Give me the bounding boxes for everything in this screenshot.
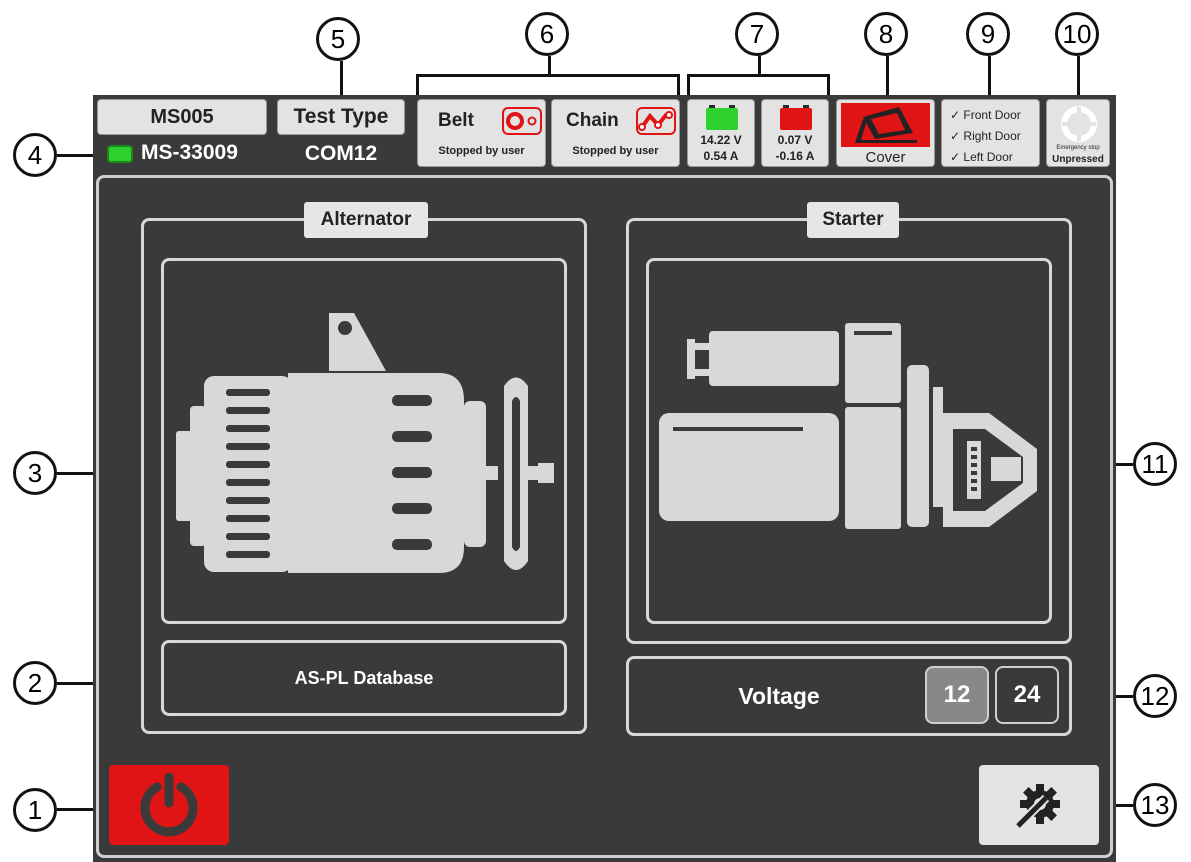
- callout-bracket: [416, 74, 419, 96]
- main-content-frame: Alternator AS-PL Database Starter Voltag…: [96, 175, 1113, 858]
- belt-icon: [502, 107, 542, 135]
- belt-status: Stopped by user: [438, 145, 525, 157]
- alternator-icon: [176, 313, 554, 573]
- serial-number: MS-33009: [141, 141, 238, 164]
- voltage-label: Voltage: [738, 683, 820, 709]
- com-port: COM12: [304, 142, 378, 165]
- emergency-stop-icon: [1061, 106, 1097, 142]
- callout-3: 3: [13, 451, 57, 495]
- callout-line: [1077, 56, 1080, 98]
- battery-2-voltage: 0.07 V: [777, 133, 813, 147]
- door-left: ✓ Left Door: [950, 150, 1013, 164]
- chain-status: Stopped by user: [572, 145, 659, 157]
- callout-bracket: [827, 74, 830, 96]
- starter-image-button[interactable]: [646, 258, 1052, 624]
- callout-bracket: [416, 74, 680, 77]
- callout-line: [758, 56, 761, 76]
- battery-2-panel: 0.07 V -0.16 A: [761, 99, 829, 167]
- device-name-button[interactable]: MS005: [97, 99, 267, 135]
- battery-2-current: -0.16 A: [775, 149, 815, 163]
- power-button[interactable]: [109, 765, 229, 845]
- callout-13: 13: [1133, 783, 1177, 827]
- callout-line: [548, 56, 551, 76]
- battery-1-voltage: 14.22 V: [700, 133, 742, 147]
- cover-label: Cover: [865, 149, 906, 166]
- test-type-button[interactable]: Test Type: [277, 99, 405, 135]
- callout-bracket: [687, 74, 830, 77]
- door-right: ✓ Right Door: [950, 129, 1021, 143]
- starter-icon: [659, 323, 1037, 529]
- callout-11: 11: [1133, 442, 1177, 486]
- callout-line: [886, 56, 889, 98]
- voltage-panel: Voltage 12 24: [626, 656, 1072, 736]
- cover-icon: [841, 103, 930, 147]
- callout-9: 9: [966, 12, 1010, 56]
- emergency-stop-state: Unpressed: [1052, 154, 1104, 165]
- database-button[interactable]: AS-PL Database: [161, 640, 567, 716]
- chain-drive-button[interactable]: Chain Stopped by user: [551, 99, 680, 167]
- battery-1-panel: 14.22 V 0.54 A: [687, 99, 755, 167]
- belt-label: Belt: [438, 110, 474, 131]
- voltage-12-button[interactable]: 12: [925, 666, 989, 724]
- callout-bracket: [677, 74, 680, 96]
- callout-line: [988, 56, 991, 98]
- callout-12: 12: [1133, 674, 1177, 718]
- emergency-stop-label: Emergency stop: [1056, 145, 1100, 151]
- power-icon: [140, 773, 198, 837]
- doors-panel: ✓ Front Door ✓ Right Door ✓ Left Door: [941, 99, 1040, 167]
- battery-red-icon: [780, 105, 812, 130]
- callout-7: 7: [735, 12, 779, 56]
- callout-6: 6: [525, 12, 569, 56]
- voltage-24-button[interactable]: 24: [995, 666, 1059, 724]
- app-screen: MS005 MS-33009 Test Type COM12 Belt Stop…: [93, 95, 1116, 862]
- belt-drive-button[interactable]: Belt Stopped by user: [417, 99, 546, 167]
- callout-1: 1: [13, 788, 57, 832]
- callout-line: [340, 61, 343, 98]
- emergency-stop-panel: Emergency stop Unpressed: [1046, 99, 1110, 167]
- cover-button[interactable]: Cover: [836, 99, 935, 167]
- callout-5: 5: [316, 17, 360, 61]
- callout-2: 2: [13, 661, 57, 705]
- callout-8: 8: [864, 12, 908, 56]
- door-front: ✓ Front Door: [950, 108, 1021, 122]
- callout-bracket: [687, 74, 690, 96]
- callout-10: 10: [1055, 12, 1099, 56]
- gear-wrench-icon: [1014, 784, 1060, 830]
- alternator-image-button[interactable]: [161, 258, 567, 624]
- battery-green-icon: [706, 105, 738, 130]
- chain-icon: [636, 107, 676, 135]
- alternator-title: Alternator: [304, 202, 428, 238]
- connection-status-icon: [107, 145, 133, 163]
- battery-1-current: 0.54 A: [703, 149, 739, 163]
- callout-4: 4: [13, 133, 57, 177]
- chain-label: Chain: [566, 110, 619, 131]
- starter-title: Starter: [807, 202, 899, 238]
- settings-button[interactable]: [979, 765, 1099, 845]
